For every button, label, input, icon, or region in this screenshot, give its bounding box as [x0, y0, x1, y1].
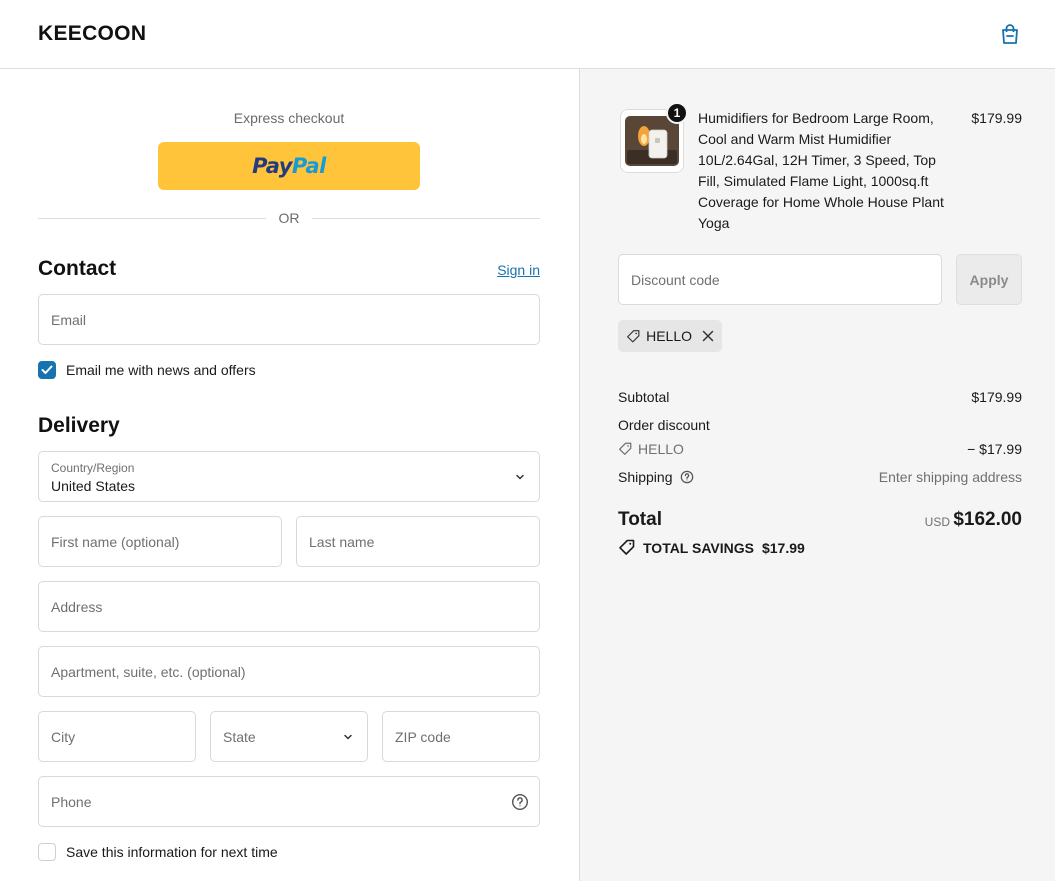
save-info-label: Save this information for next time — [66, 844, 278, 860]
last-name-input[interactable] — [297, 517, 539, 566]
last-name-field[interactable] — [296, 516, 540, 567]
newsletter-checkbox-row[interactable]: Email me with news and offers — [38, 360, 256, 380]
total-label: Total — [618, 509, 662, 530]
state-label: State — [223, 729, 256, 745]
help-circle-icon[interactable] — [680, 470, 694, 484]
address-input[interactable] — [39, 582, 539, 631]
checkmark-icon — [41, 365, 53, 374]
order-summary: 1 Humidifiers for Bedroom Large Room, Co… — [580, 69, 1055, 881]
product-price: $179.99 — [971, 110, 1022, 126]
express-checkout-label: Express checkout — [233, 110, 345, 126]
currency-code: USD — [924, 515, 950, 529]
discount-code-label: HELLO — [638, 441, 684, 457]
paypal-logo-part2: Pal — [291, 154, 326, 178]
email-field[interactable] — [38, 294, 540, 345]
paypal-button[interactable]: Pay Pal — [158, 142, 420, 190]
tag-icon — [619, 442, 632, 455]
phone-field[interactable] — [38, 776, 540, 827]
email-input[interactable] — [39, 295, 539, 344]
shipping-row: Shipping Enter shipping address — [618, 469, 1022, 485]
subtotal-value: $179.99 — [971, 389, 1022, 405]
subtotal-row: Subtotal $179.99 — [618, 389, 1022, 405]
first-name-field[interactable] — [38, 516, 282, 567]
header: KEECOON — [0, 0, 1055, 69]
newsletter-checkbox[interactable] — [38, 361, 56, 379]
discount-value: − $17.99 — [967, 441, 1022, 457]
cart-button[interactable] — [998, 22, 1022, 46]
newsletter-label: Email me with news and offers — [66, 362, 256, 378]
paypal-logo-part1: Pay — [252, 154, 292, 178]
product-title: Humidifiers for Bedroom Large Room, Cool… — [698, 110, 944, 231]
apartment-field[interactable] — [38, 646, 540, 697]
shipping-value: Enter shipping address — [878, 469, 1022, 485]
savings-value: $17.99 — [761, 539, 805, 556]
tag-icon — [627, 329, 640, 342]
order-discount-label: Order discount — [618, 417, 710, 433]
tags-icon — [619, 539, 635, 555]
state-select[interactable]: State — [210, 711, 368, 762]
checkout-form: Express checkout Pay Pal OR Contact Sign … — [0, 69, 580, 881]
discount-code-row: HELLO − $17.99 — [618, 441, 1022, 459]
discount-code-field[interactable] — [618, 254, 942, 305]
subtotal-label: Subtotal — [618, 389, 670, 405]
chevron-down-icon — [516, 474, 524, 480]
savings-label: TOTAL SAVINGS — [643, 539, 754, 556]
apartment-input[interactable] — [39, 647, 539, 696]
applied-discount-chip: HELLO — [618, 320, 722, 352]
city-input[interactable] — [39, 712, 195, 761]
total-savings: TOTAL SAVINGS $17.99 — [618, 539, 805, 556]
country-value: United States — [51, 478, 136, 494]
zip-input[interactable] — [383, 712, 539, 761]
applied-code-text: HELLO — [646, 328, 692, 344]
help-circle-icon[interactable] — [511, 793, 529, 811]
brand-logo[interactable]: KEECOON — [38, 22, 146, 46]
country-select[interactable]: Country/Region United States — [38, 451, 540, 502]
remove-discount-button[interactable] — [702, 330, 714, 342]
first-name-input[interactable] — [39, 517, 281, 566]
save-info-checkbox-row[interactable]: Save this information for next time — [38, 842, 278, 862]
chevron-down-icon — [344, 734, 352, 740]
total-value: $162.00 — [953, 509, 1022, 530]
close-icon — [702, 330, 714, 342]
city-field[interactable] — [38, 711, 196, 762]
contact-title: Contact — [38, 257, 117, 280]
shipping-label: Shipping — [618, 469, 673, 485]
shopping-bag-icon — [1002, 24, 1018, 44]
discount-code-input[interactable] — [619, 255, 941, 304]
or-divider: OR — [38, 209, 540, 227]
address-field[interactable] — [38, 581, 540, 632]
save-info-checkbox[interactable] — [38, 843, 56, 861]
delivery-title: Delivery — [38, 414, 120, 437]
order-discount-row: Order discount — [618, 417, 1022, 433]
phone-input[interactable] — [39, 777, 539, 826]
sign-in-link[interactable]: Sign in — [490, 262, 540, 278]
country-label: Country/Region — [51, 461, 135, 475]
zip-field[interactable] — [382, 711, 540, 762]
divider-line — [312, 218, 540, 219]
quantity-badge: 1 — [666, 102, 688, 124]
apply-discount-button[interactable]: Apply — [956, 254, 1022, 305]
